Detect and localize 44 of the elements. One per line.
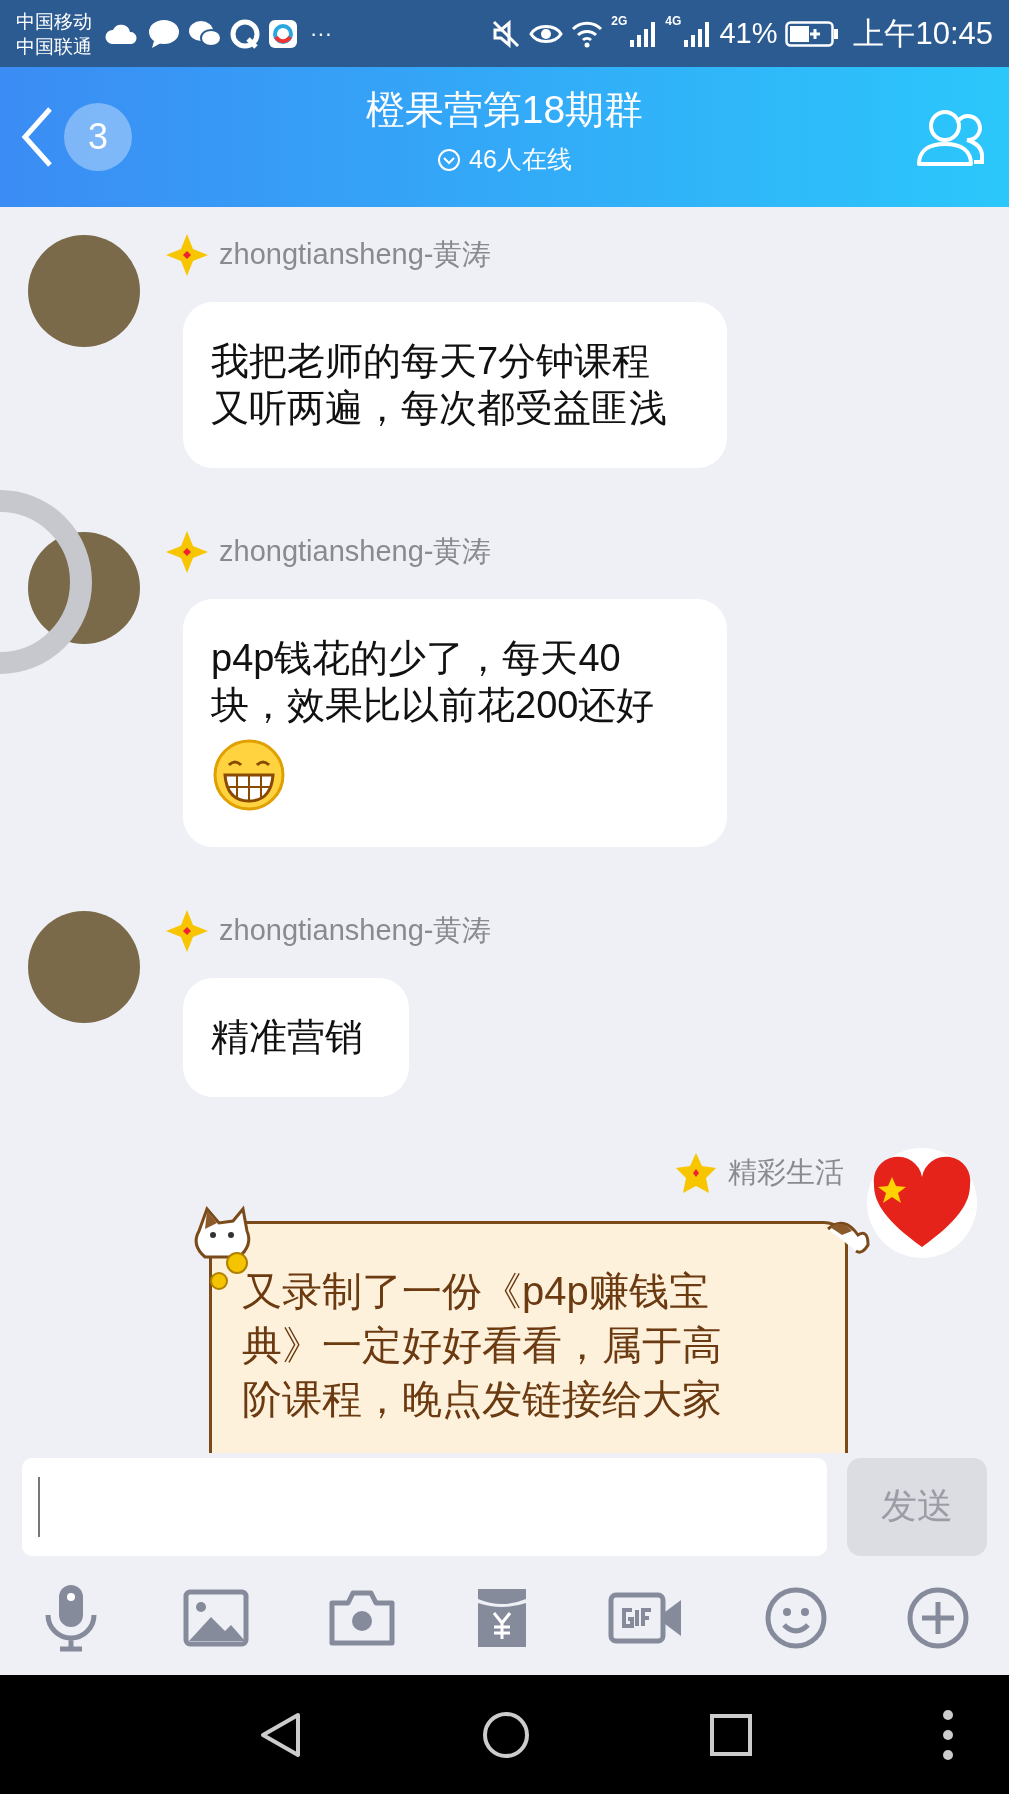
battery-icon xyxy=(785,20,840,47)
sender-name: 精彩生活 xyxy=(728,1155,844,1190)
money-envelope-icon[interactable] xyxy=(475,1586,528,1649)
back-button[interactable]: 3 xyxy=(0,103,132,171)
unread-count-badge: 3 xyxy=(64,103,132,171)
more-notifications: ··· xyxy=(310,20,332,47)
group-title: 橙果营第18期群 xyxy=(365,87,644,133)
camera-icon[interactable] xyxy=(329,1588,395,1647)
network-type: 2G xyxy=(611,14,628,28)
battery-percent: 41% xyxy=(719,17,778,50)
chat-bubble-icon xyxy=(148,18,180,49)
back-icon[interactable] xyxy=(258,1710,302,1759)
message-input-field[interactable] xyxy=(22,1457,827,1556)
app-icon xyxy=(268,18,298,49)
network-type: 4G xyxy=(665,14,682,28)
sender-name: zhongtiansheng-黄涛 xyxy=(219,913,492,948)
signal-icon xyxy=(683,19,712,48)
home-icon[interactable] xyxy=(482,1710,530,1759)
smiley-icon[interactable] xyxy=(764,1586,827,1649)
message-text: p4p钱花的少了，每天40块，效果比以前花200还好 xyxy=(211,636,656,728)
star-icon xyxy=(674,1151,718,1195)
clock-time: 上午10:45 xyxy=(853,14,993,53)
gif-video-icon[interactable] xyxy=(608,1591,684,1644)
star-badge-icon xyxy=(165,233,209,277)
signal-icon xyxy=(629,19,658,48)
chevron-down-icon[interactable] xyxy=(437,147,462,172)
sender-name: zhongtiansheng-黄涛 xyxy=(219,237,492,272)
plus-icon[interactable] xyxy=(907,1586,969,1649)
wifi-icon xyxy=(571,19,604,48)
sender-name: zhongtiansheng-黄涛 xyxy=(219,534,492,569)
carrier-name: 中国联通 xyxy=(16,34,92,59)
message-text: 又录制了一份《p4p赚钱宝典》一定好好看看，属于高阶课程，晚点发链接给大家 xyxy=(242,1268,723,1423)
more-icon[interactable] xyxy=(942,1708,954,1761)
online-count: 46人在线 xyxy=(469,144,572,175)
star-badge-icon xyxy=(165,909,209,953)
mute-icon xyxy=(491,18,522,49)
message-text: 精准营销 xyxy=(211,1015,363,1060)
avatar[interactable] xyxy=(866,1147,978,1259)
star-badge-icon xyxy=(165,530,209,574)
message-text: 我把老师的每天7分钟课程又听两遍，每次都受益匪浅 xyxy=(211,339,668,431)
recent-apps-icon[interactable] xyxy=(710,1713,752,1756)
image-icon[interactable] xyxy=(182,1588,249,1647)
carrier-name: 中国移动 xyxy=(16,9,92,34)
q-app-icon xyxy=(230,18,260,49)
